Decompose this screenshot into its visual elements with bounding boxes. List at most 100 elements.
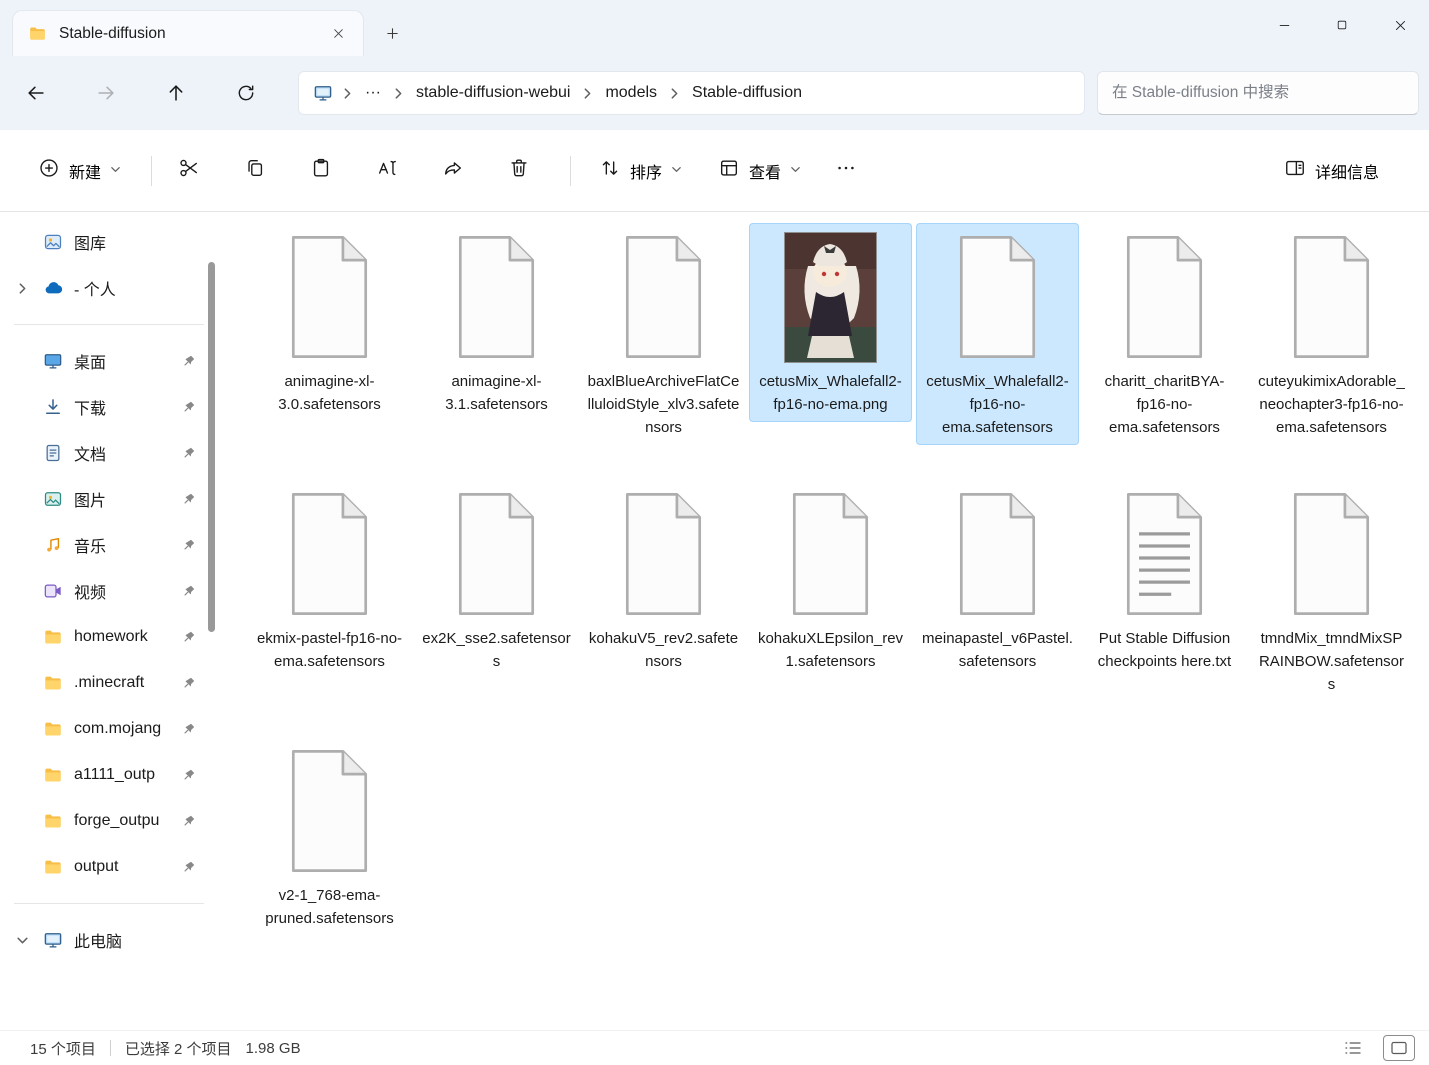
toolbar-divider	[570, 156, 571, 186]
search-box[interactable]	[1097, 71, 1419, 115]
sidebar-item-forge-outpu[interactable]: forge_outpu	[4, 799, 204, 843]
file-item[interactable]: ex2K_sse2.safetensors	[415, 480, 578, 679]
sidebar-scrollbar[interactable]	[204, 212, 218, 1030]
cut-button[interactable]	[168, 147, 210, 194]
documents-icon	[41, 443, 65, 463]
status-divider	[110, 1040, 111, 1056]
folder-icon	[41, 811, 65, 831]
file-name: cuteyukimixAdorable_neochapter3-fp16-no-…	[1256, 370, 1408, 439]
explorer-tab[interactable]: Stable-diffusion	[12, 10, 364, 56]
file-item[interactable]: meinapastel_v6Pastel.safetensors	[916, 480, 1079, 679]
image-thumbnail	[784, 226, 877, 368]
file-item[interactable]: Put Stable Diffusion checkpoints here.tx…	[1083, 480, 1246, 679]
new-button-label: 新建	[69, 159, 101, 183]
sidebar-item-minecraft[interactable]: .minecraft	[4, 661, 204, 705]
forward-button[interactable]	[84, 72, 128, 114]
file-item[interactable]: animagine-xl-3.0.safetensors	[248, 223, 411, 422]
file-explorer-window: Stable-diffusion ··· stable-diffusion-web…	[0, 0, 1429, 1065]
file-item[interactable]: cetusMix_Whalefall2-fp16-no-ema.safetens…	[916, 223, 1079, 445]
this-pc-icon	[307, 83, 339, 103]
sidebar-item-com-mojang[interactable]: com.mojang	[4, 707, 204, 751]
breadcrumb-segment[interactable]: stable-diffusion-webui	[407, 79, 579, 107]
rename-button[interactable]	[366, 147, 408, 194]
paste-button[interactable]	[300, 147, 342, 194]
refresh-button[interactable]	[224, 72, 268, 114]
close-button[interactable]	[1371, 0, 1429, 50]
share-button[interactable]	[432, 147, 474, 194]
thumbnail-view-button[interactable]	[1383, 1035, 1415, 1061]
file-item[interactable]: cetusMix_Whalefall2-fp16-no-ema.png	[749, 223, 912, 422]
breadcrumb-collapsed-button[interactable]: ···	[356, 79, 390, 107]
folder-icon	[41, 765, 65, 785]
copy-button[interactable]	[234, 147, 276, 194]
file-text-icon	[1116, 483, 1213, 625]
file-name: charitt_charitBYA-fp16-no-ema.safetensor…	[1089, 370, 1241, 439]
pin-icon	[181, 354, 196, 369]
chevron-right-icon[interactable]	[12, 282, 32, 295]
file-item[interactable]: kohakuXLEpsilon_rev1.safetensors	[749, 480, 912, 679]
up-button[interactable]	[154, 72, 198, 114]
sidebar-item-label: com.mojang	[74, 720, 172, 738]
folder-icon	[41, 627, 65, 647]
sidebar-item-a1111-outp[interactable]: a1111_outp	[4, 753, 204, 797]
chevron-down-icon	[790, 162, 801, 180]
search-input[interactable]	[1112, 84, 1404, 102]
breadcrumb-segment[interactable]: models	[596, 79, 666, 107]
file-item[interactable]: tmndMix_tmndMixSPRAINBOW.safetensors	[1250, 480, 1413, 702]
file-item[interactable]: ekmix-pastel-fp16-no-ema.safetensors	[248, 480, 411, 679]
file-item[interactable]: charitt_charitBYA-fp16-no-ema.safetensor…	[1083, 223, 1246, 445]
sidebar-item-output[interactable]: output	[4, 845, 204, 889]
breadcrumb-chevron-icon	[666, 87, 683, 100]
breadcrumb-segment[interactable]: Stable-diffusion	[683, 79, 811, 107]
item-count: 15 个项目	[30, 1038, 96, 1059]
selection-size: 1.98 GB	[246, 1040, 301, 1057]
file-item[interactable]: baxlBlueArchiveFlatCelluloidStyle_xlv3.s…	[582, 223, 745, 445]
file-blank-icon	[615, 483, 712, 625]
more-options-button[interactable]	[825, 147, 867, 194]
sidebar-item-videos[interactable]: 视频	[4, 569, 204, 613]
file-name: cetusMix_Whalefall2-fp16-no-ema.safetens…	[922, 370, 1074, 439]
sidebar-item-onedrive-personal[interactable]: - 个人	[4, 266, 204, 310]
maximize-button[interactable]	[1313, 0, 1371, 50]
sort-button[interactable]: 排序	[587, 147, 694, 194]
sidebar-item-pictures[interactable]: 图片	[4, 477, 204, 521]
toolbar-divider	[151, 156, 152, 186]
back-button[interactable]	[14, 72, 58, 114]
new-button[interactable]: 新建	[26, 147, 133, 194]
delete-button[interactable]	[498, 147, 540, 194]
file-blank-icon	[448, 483, 545, 625]
details-view-button[interactable]	[1337, 1035, 1369, 1061]
sidebar-item-label: 此电脑	[74, 928, 196, 952]
pin-icon	[181, 538, 196, 553]
file-item[interactable]: kohakuV5_rev2.safetensors	[582, 480, 745, 679]
new-tab-button[interactable]	[374, 16, 410, 50]
sort-button-label: 排序	[630, 159, 662, 183]
navigation-bar: ··· stable-diffusion-webui models Stable-di…	[0, 56, 1429, 130]
file-item[interactable]: v2-1_768-ema-pruned.safetensors	[248, 737, 411, 936]
copy-icon	[244, 157, 266, 184]
sidebar-item-label: 音乐	[74, 533, 172, 557]
file-item[interactable]: cuteyukimixAdorable_neochapter3-fp16-no-…	[1250, 223, 1413, 445]
pin-icon	[181, 768, 196, 783]
sidebar-item-downloads[interactable]: 下载	[4, 385, 204, 429]
file-item[interactable]: animagine-xl-3.1.safetensors	[415, 223, 578, 422]
minimize-button[interactable]	[1255, 0, 1313, 50]
file-name: baxlBlueArchiveFlatCelluloidStyle_xlv3.s…	[588, 370, 740, 439]
pin-icon	[181, 492, 196, 507]
titlebar: Stable-diffusion	[0, 0, 1429, 56]
view-button[interactable]: 查看	[706, 147, 813, 194]
sidebar-item-label: 视频	[74, 579, 172, 603]
sidebar-item-desktop[interactable]: 桌面	[4, 339, 204, 383]
pin-icon	[181, 400, 196, 415]
tab-close-icon[interactable]	[325, 21, 351, 47]
sidebar-item-music[interactable]: 音乐	[4, 523, 204, 567]
file-name: kohakuV5_rev2.safetensors	[588, 627, 740, 673]
chevron-down-icon[interactable]	[12, 934, 32, 947]
sidebar-item-this-pc[interactable]: 此电脑	[4, 918, 204, 962]
sidebar-item-label: 文档	[74, 441, 172, 465]
sidebar-item-gallery[interactable]: 图库	[4, 220, 204, 264]
details-pane-button[interactable]: 详细信息	[1272, 147, 1391, 194]
scrollbar-thumb[interactable]	[208, 262, 215, 632]
sidebar-item-homework[interactable]: homework	[4, 615, 204, 659]
sidebar-item-documents[interactable]: 文档	[4, 431, 204, 475]
